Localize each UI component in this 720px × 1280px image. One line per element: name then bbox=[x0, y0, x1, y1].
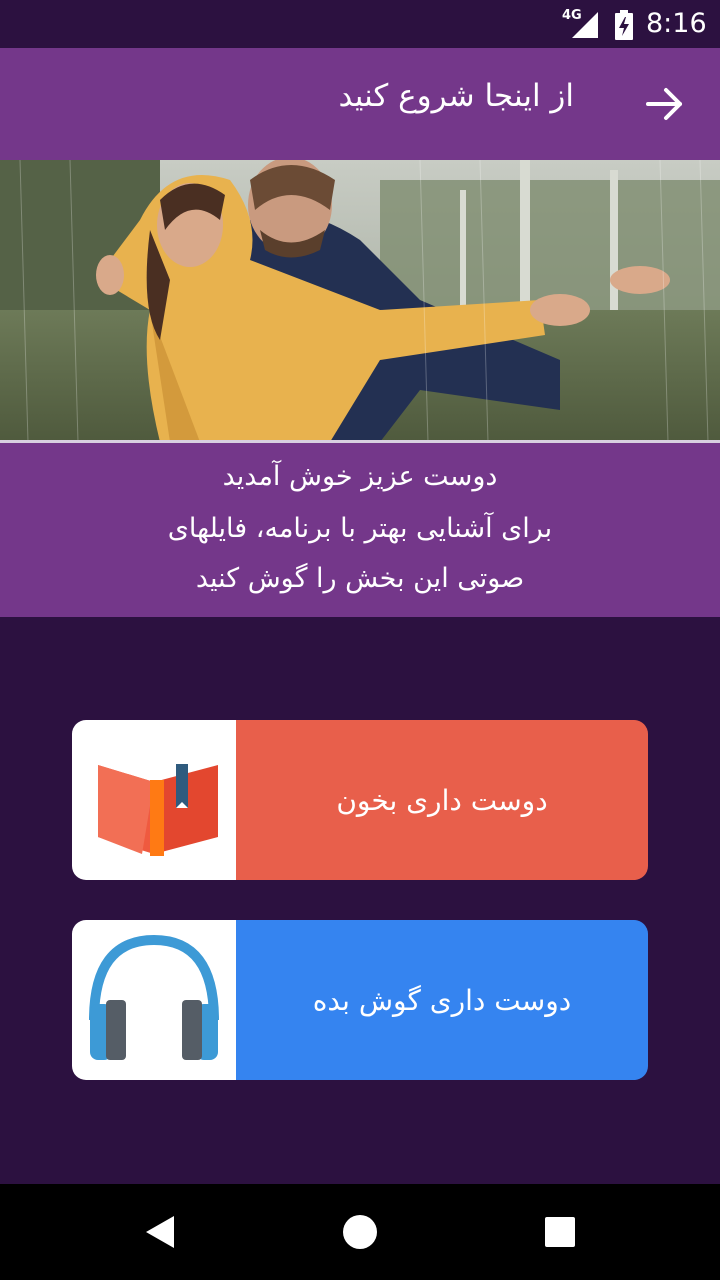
clock: 8:16 bbox=[646, 8, 707, 39]
headphones-icon bbox=[89, 934, 219, 1060]
read-card-label: دوست داری بخون bbox=[336, 783, 548, 817]
signal-icon bbox=[572, 12, 598, 38]
read-card-label-box: دوست داری بخون bbox=[236, 720, 648, 880]
listen-card-label-box: دوست داری گوش بده bbox=[236, 920, 648, 1080]
arrow-back-icon[interactable] bbox=[640, 82, 688, 126]
app-bar: از اینجا شروع کنید bbox=[0, 48, 720, 160]
page-title: از اینجا شروع کنید bbox=[338, 78, 574, 114]
welcome-panel: دوست عزیز خوش آمدید برای آشنایی بهتر با … bbox=[0, 443, 720, 617]
welcome-line-3: صوتی این بخش را گوش کنید bbox=[195, 563, 525, 594]
listen-card-icon-box bbox=[72, 920, 236, 1080]
welcome-line-2: برای آشنایی بهتر با برنامه، فایلهای bbox=[167, 513, 553, 544]
nav-home-icon[interactable] bbox=[340, 1212, 380, 1252]
battery-charging-icon bbox=[615, 10, 633, 40]
navigation-bar bbox=[0, 1184, 720, 1280]
welcome-line-1: دوست عزیز خوش آمدید bbox=[222, 461, 498, 492]
nav-back-icon[interactable] bbox=[140, 1212, 180, 1252]
status-bar: 4G 8:16 bbox=[0, 0, 720, 48]
nav-recents-icon[interactable] bbox=[542, 1214, 578, 1250]
hero-photo bbox=[0, 160, 720, 442]
book-icon bbox=[98, 764, 218, 856]
listen-card-button[interactable]: دوست داری گوش بده bbox=[72, 920, 648, 1080]
read-card-button[interactable]: دوست داری بخون bbox=[72, 720, 648, 880]
listen-card-label: دوست داری گوش بده bbox=[312, 983, 572, 1017]
read-card-icon-box bbox=[72, 720, 236, 880]
couple-in-rain-photo bbox=[0, 160, 720, 442]
